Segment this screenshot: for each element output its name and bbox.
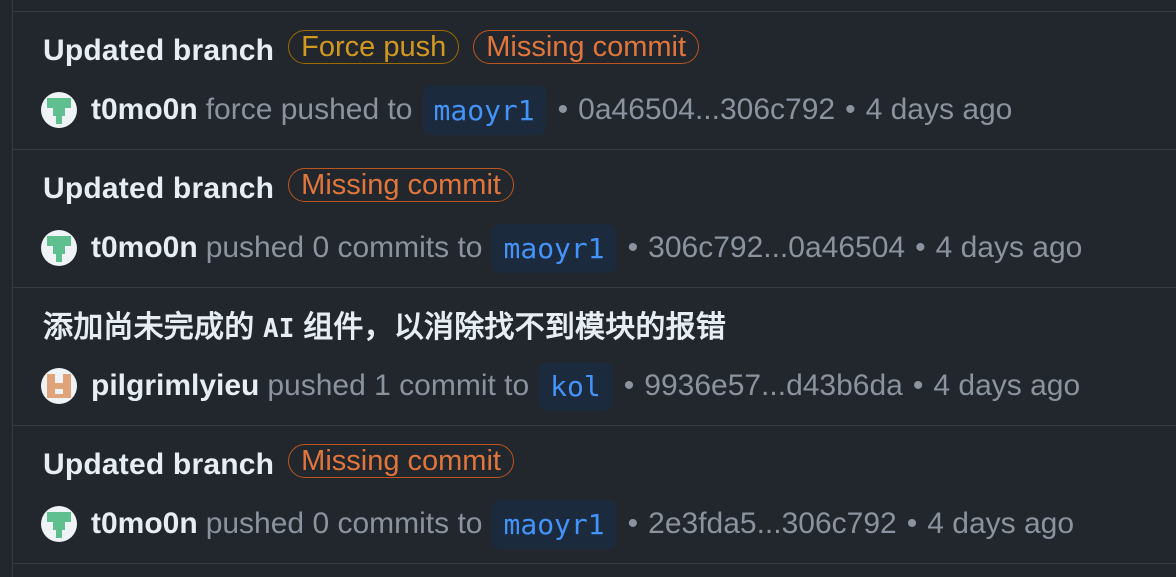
user-link[interactable]: t0mo0n (91, 231, 198, 265)
entry-title-row: 添加尚未完成的 AI 组件，以消除找不到模块的报错 (43, 301, 726, 345)
user-avatar[interactable] (41, 506, 77, 542)
separator-dot: • (845, 93, 856, 126)
separator-dot: • (623, 369, 635, 402)
commit-range-link[interactable]: 2e3fda5...306c792 (648, 507, 897, 541)
branch-link[interactable]: maoyr1 (492, 499, 616, 549)
missing-commit-badge: Missing commit (288, 444, 514, 478)
entry-meta: t0mo0n pushed 0 commits to maoyr1 • 306c… (41, 222, 1082, 274)
identicon-icon (47, 512, 71, 538)
identicon-icon (47, 98, 71, 124)
commit-message-post: 组件，以消除找不到模块的报错 (303, 311, 727, 344)
entry-title: Updated branch (43, 34, 275, 67)
user-link[interactable]: t0mo0n (91, 507, 198, 541)
activity-feed: Updated branch Force push Missing commit… (12, 0, 1176, 577)
separator-dot: • (912, 369, 924, 402)
commit-range-link[interactable]: 9936e57...d43b6da (644, 369, 903, 403)
missing-commit-badge: Missing commit (473, 30, 700, 64)
push-action-text: pushed 1 commit to (267, 369, 530, 402)
commit-range-link[interactable]: 306c792...0a46504 (648, 231, 905, 265)
push-action-text: pushed 0 commits to (205, 231, 483, 264)
entry-meta: t0mo0n force pushed to maoyr1 • 0a46504.… (41, 84, 1012, 136)
force-push-badge: Force push (288, 30, 460, 64)
entry-title-row: Updated branch Force push Missing commit (43, 25, 700, 69)
missing-commit-badge: Missing commit (288, 168, 514, 202)
user-link[interactable]: pilgrimlyieu (91, 369, 259, 403)
user-avatar[interactable] (41, 92, 77, 128)
user-avatar[interactable] (41, 230, 77, 266)
entry-title: Updated branch (43, 448, 275, 481)
commit-message-code: AI (262, 314, 295, 344)
separator-dot: • (557, 93, 569, 126)
entry-title-row: Updated branch Missing commit (43, 163, 514, 207)
separator-dot: • (915, 231, 926, 264)
divider (13, 563, 1176, 564)
user-avatar[interactable] (41, 368, 77, 404)
entry-title: Updated branch (43, 172, 275, 205)
branch-link[interactable]: kol (539, 361, 612, 411)
activity-entry: Updated branch Missing commit t0mo0n pus… (13, 149, 1176, 287)
entry-meta: pilgrimlyieu pushed 1 commit to kol • 99… (41, 360, 1080, 412)
entry-meta: t0mo0n pushed 0 commits to maoyr1 • 2e3f… (41, 498, 1074, 550)
relative-time: 4 days ago (933, 369, 1081, 402)
separator-dot: • (627, 231, 639, 264)
activity-entry: Updated branch Missing commit t0mo0n pus… (13, 425, 1176, 563)
separator-dot: • (627, 507, 639, 540)
branch-link[interactable]: maoyr1 (492, 223, 616, 273)
identicon-icon (47, 374, 71, 398)
activity-entry: Updated branch Force push Missing commit… (13, 11, 1176, 149)
relative-time: 4 days ago (935, 231, 1083, 264)
relative-time: 4 days ago (927, 507, 1075, 540)
push-action-text: pushed 0 commits to (205, 507, 483, 540)
commit-message-title[interactable]: 添加尚未完成的 AI 组件，以消除找不到模块的报错 (43, 300, 726, 346)
user-link[interactable]: t0mo0n (91, 93, 198, 127)
entry-title-row: Updated branch Missing commit (43, 439, 514, 483)
separator-dot: • (906, 507, 918, 540)
identicon-icon (47, 236, 71, 262)
push-action-text: force pushed to (205, 93, 413, 126)
commit-message-pre: 添加尚未完成的 (43, 311, 255, 344)
activity-entry: 添加尚未完成的 AI 组件，以消除找不到模块的报错 pilgrimlyieu p… (13, 287, 1176, 425)
commit-range-link[interactable]: 0a46504...306c792 (578, 93, 835, 127)
relative-time: 4 days ago (865, 93, 1013, 126)
branch-link[interactable]: maoyr1 (422, 85, 546, 135)
